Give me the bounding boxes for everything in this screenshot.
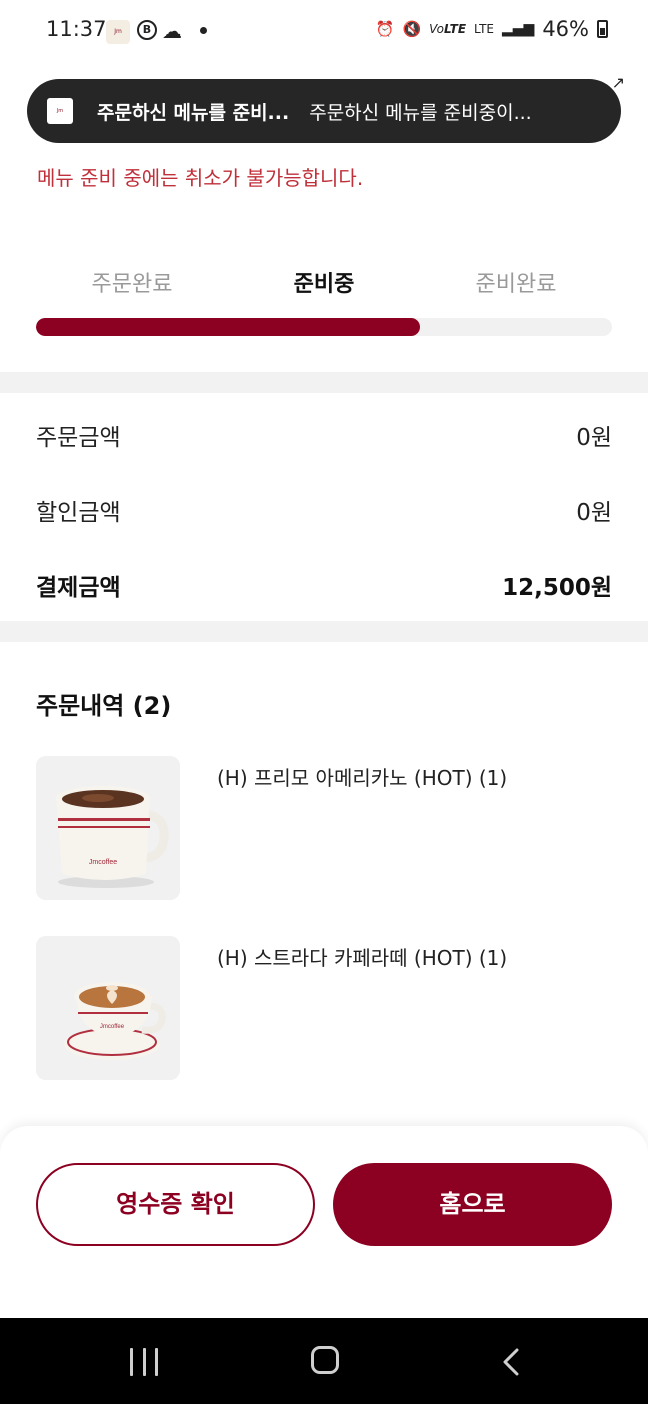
more-notifications-dot-icon xyxy=(200,27,207,34)
discount-amount-row: 할인금액 0원 xyxy=(36,493,612,527)
app-notification-icon: Jm xyxy=(106,20,130,44)
lte-icon: LTE xyxy=(474,22,494,36)
app-logo-icon: Jm xyxy=(47,98,73,124)
messenger-icon: ☁ xyxy=(162,19,182,43)
status-icons: ⏰ 🔇 VoLTE LTE ▂▄▆ 46% xyxy=(376,17,608,41)
cancel-notice: 메뉴 준비 중에는 취소가 불가능합니다. xyxy=(37,166,364,190)
discount-amount-value: 0원 xyxy=(576,500,612,526)
svg-text:Jmcoffee: Jmcoffee xyxy=(89,859,117,866)
alarm-icon: ⏰ xyxy=(375,20,395,38)
b-icon: B xyxy=(137,20,157,40)
signal-icon: ▂▄▆ xyxy=(502,21,535,37)
order-steps: 주문완료 준비중 준비완료 xyxy=(36,266,612,306)
toast-title: 주문하신 메뉴를 준비... xyxy=(97,101,290,124)
svg-text:Jmcoffee: Jmcoffee xyxy=(100,1024,125,1030)
order-amount-row: 주문금액 0원 xyxy=(36,418,612,452)
order-item-name: (H) 프리모 아메리카노 (HOT) (1) xyxy=(217,766,508,790)
clock: 11:37 xyxy=(46,17,107,41)
americano-mug-icon: Jmcoffee xyxy=(36,756,180,900)
home-icon[interactable] xyxy=(311,1346,339,1374)
order-item-name: (H) 스트라다 카페라떼 (HOT) (1) xyxy=(217,946,508,970)
notification-toast[interactable]: Jm 주문하신 메뉴를 준비... 주문하신 메뉴를 준비중이... ↗ xyxy=(27,73,625,143)
section-divider xyxy=(0,621,648,642)
home-button[interactable]: 홈으로 xyxy=(333,1163,612,1246)
order-item[interactable]: Jmcoffee (H) 프리모 아메리카노 (HOT) (1) xyxy=(36,756,612,900)
step-order-complete: 주문완료 xyxy=(91,272,173,297)
latte-cup-icon: Jmcoffee xyxy=(36,936,180,1080)
mute-icon: 🔇 xyxy=(402,20,422,38)
recents-icon[interactable] xyxy=(130,1348,158,1376)
volte-icon: VoLTE xyxy=(429,22,467,36)
order-item[interactable]: Jmcoffee (H) 스트라다 카페라떼 (HOT) (1) xyxy=(36,936,612,1080)
progress-fill xyxy=(36,318,421,336)
expand-icon[interactable]: ↗ xyxy=(612,73,625,92)
payment-amount-value: 12,500원 xyxy=(502,575,612,601)
step-preparing: 준비중 xyxy=(293,272,355,297)
system-nav-bar xyxy=(0,1318,648,1404)
payment-amount-row: 결제금액 12,500원 xyxy=(36,568,612,602)
order-history-title: 주문내역 (2) xyxy=(36,692,172,720)
step-ready: 준비완료 xyxy=(475,272,557,297)
payment-amount-label: 결제금액 xyxy=(36,575,121,601)
receipt-button[interactable]: 영수증 확인 xyxy=(36,1163,315,1246)
status-bar: 11:37 Jm B ☁ ⏰ 🔇 VoLTE LTE ▂▄▆ 46% xyxy=(0,0,648,64)
battery-icon xyxy=(597,20,608,38)
section-divider xyxy=(0,372,648,393)
progress-track xyxy=(36,318,612,336)
bottom-action-bar: 영수증 확인 홈으로 xyxy=(0,1126,648,1318)
back-icon[interactable] xyxy=(503,1348,519,1376)
discount-amount-label: 할인금액 xyxy=(36,500,121,526)
order-amount-value: 0원 xyxy=(576,425,612,451)
order-amount-label: 주문금액 xyxy=(36,425,121,451)
battery-percent: 46% xyxy=(542,17,589,41)
toast-body: 주문하신 메뉴를 준비중이... xyxy=(309,101,532,124)
